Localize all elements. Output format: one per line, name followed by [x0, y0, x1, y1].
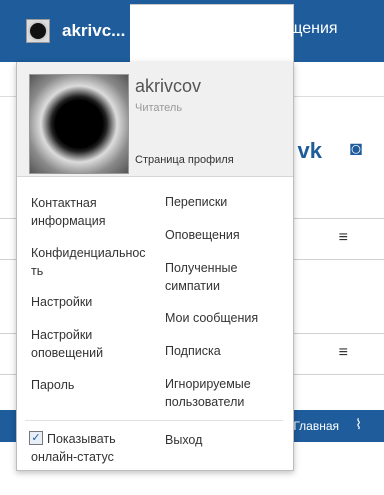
menu-contact-info[interactable]: Контактная информация — [31, 194, 151, 230]
top-navigation-bar: akrivc... Входящие Оповещения — [0, 0, 384, 63]
profile-avatar[interactable] — [29, 74, 129, 174]
menu-watched[interactable]: Подписка — [165, 342, 283, 360]
menu-settings[interactable]: Настройки — [31, 293, 151, 311]
logout-link[interactable]: Выход — [165, 431, 283, 449]
nav-inbox-link[interactable]: Входящие — [146, 20, 222, 38]
nav-user-toggle[interactable]: akrivc... — [16, 0, 130, 62]
profile-name[interactable]: akrivcov — [135, 76, 201, 97]
menu-icon[interactable]: ≡ — [339, 344, 348, 362]
menu-my-posts[interactable]: Мои сообщения — [165, 309, 283, 327]
menu-password[interactable]: Пароль — [31, 376, 151, 394]
profile-header: akrivcov Читатель Страница профиля — [17, 62, 293, 177]
menu-alerts[interactable]: Оповещения — [165, 226, 283, 244]
instagram-icon[interactable]: ◙ — [350, 138, 362, 161]
profile-role: Читатель — [135, 102, 183, 114]
nav-alerts-link[interactable]: Оповещения — [242, 20, 338, 38]
menu-icon[interactable]: ≡ — [339, 229, 348, 247]
nav-avatar — [26, 19, 50, 43]
nav-username: akrivc... — [62, 21, 126, 40]
vk-icon[interactable]: vk — [298, 138, 322, 164]
footer-home-link[interactable]: Главная — [293, 419, 339, 433]
popup-divider — [25, 420, 283, 421]
menu-ignored-users[interactable]: Игнорируемые пользователи — [165, 375, 283, 411]
menu-conversations[interactable]: Переписки — [165, 193, 283, 211]
menu-privacy[interactable]: Конфиденциальность — [31, 244, 151, 280]
rss-icon[interactable]: ⌇ — [355, 416, 362, 433]
menu-likes-received[interactable]: Полученные симпатии — [165, 259, 283, 295]
account-popup: akrivcov Читатель Страница профиля Конта… — [16, 62, 294, 471]
menu-alert-settings[interactable]: Настройки оповещений — [31, 326, 151, 362]
online-status-label[interactable]: Показывать онлайн-статус — [31, 430, 151, 466]
profile-page-link[interactable]: Страница профиля — [135, 154, 234, 166]
